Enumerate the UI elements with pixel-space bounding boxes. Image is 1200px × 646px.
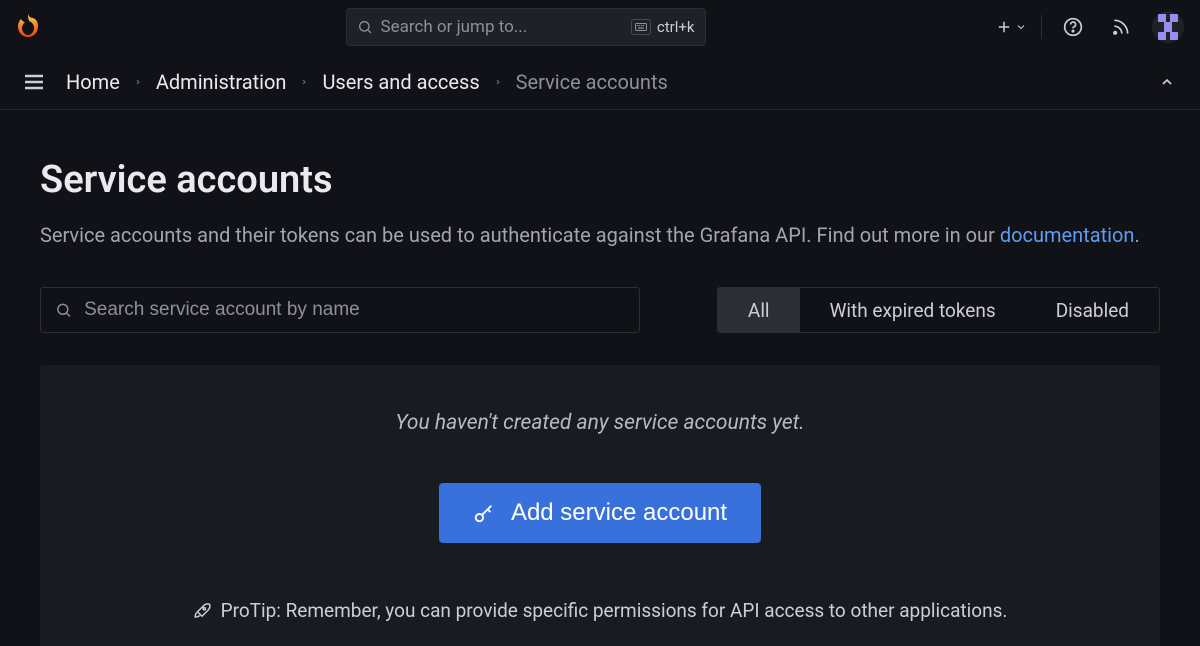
add-service-account-button[interactable]: Add service account xyxy=(439,483,761,543)
chevron-right-icon xyxy=(494,76,502,88)
hamburger-icon xyxy=(22,70,46,94)
add-button-label: Add service account xyxy=(511,499,727,527)
documentation-link[interactable]: documentation xyxy=(1000,223,1135,247)
global-search[interactable]: Search or jump to... ctrl+k xyxy=(346,8,706,46)
empty-message: You haven't created any service accounts… xyxy=(80,411,1120,435)
protip: ProTip: Remember, you can provide specif… xyxy=(80,599,1120,622)
page-body: Service accounts Service accounts and th… xyxy=(0,110,1200,646)
menu-toggle[interactable] xyxy=(12,60,56,104)
key-icon xyxy=(473,502,495,524)
search-icon xyxy=(357,19,373,35)
service-account-search-input[interactable] xyxy=(84,299,625,321)
filter-expired[interactable]: With expired tokens xyxy=(800,288,1026,332)
breadcrumb-row: Home Administration Users and access Ser… xyxy=(0,54,1200,110)
search-shortcut: ctrl+k xyxy=(631,18,695,36)
top-bar: Search or jump to... ctrl+k xyxy=(0,0,1200,54)
protip-text: ProTip: Remember, you can provide specif… xyxy=(221,599,1008,622)
filter-tabs: All With expired tokens Disabled xyxy=(717,287,1160,333)
controls-row: All With expired tokens Disabled xyxy=(40,287,1160,333)
search-icon xyxy=(55,301,72,319)
news-button[interactable] xyxy=(1104,10,1138,44)
filter-all[interactable]: All xyxy=(718,288,800,332)
top-right-actions xyxy=(995,10,1184,44)
crumb-home[interactable]: Home xyxy=(66,70,120,94)
chevron-right-icon xyxy=(134,76,142,88)
chevron-down-icon xyxy=(1015,21,1027,33)
page-description: Service accounts and their tokens can be… xyxy=(40,220,1150,251)
user-avatar[interactable] xyxy=(1152,11,1184,43)
avatar-icon xyxy=(1152,11,1184,43)
divider xyxy=(1041,15,1042,39)
crumb-admin[interactable]: Administration xyxy=(156,70,287,94)
chevron-right-icon xyxy=(300,76,308,88)
collapse-button[interactable] xyxy=(1150,65,1184,99)
help-button[interactable] xyxy=(1056,10,1090,44)
filter-disabled[interactable]: Disabled xyxy=(1026,288,1159,332)
plus-icon xyxy=(995,18,1013,36)
rocket-icon xyxy=(193,602,211,620)
add-menu[interactable] xyxy=(995,18,1027,36)
service-account-search[interactable] xyxy=(40,287,640,333)
crumb-users[interactable]: Users and access xyxy=(322,70,479,94)
rss-icon xyxy=(1111,17,1131,37)
crumb-current: Service accounts xyxy=(516,70,668,94)
empty-state-panel: You haven't created any service accounts… xyxy=(40,365,1160,646)
page-title: Service accounts xyxy=(40,158,1160,202)
help-icon xyxy=(1063,17,1083,37)
chevron-up-icon xyxy=(1159,74,1175,90)
grafana-logo[interactable] xyxy=(12,11,44,43)
breadcrumbs: Home Administration Users and access Ser… xyxy=(66,70,668,94)
search-placeholder: Search or jump to... xyxy=(381,17,623,37)
